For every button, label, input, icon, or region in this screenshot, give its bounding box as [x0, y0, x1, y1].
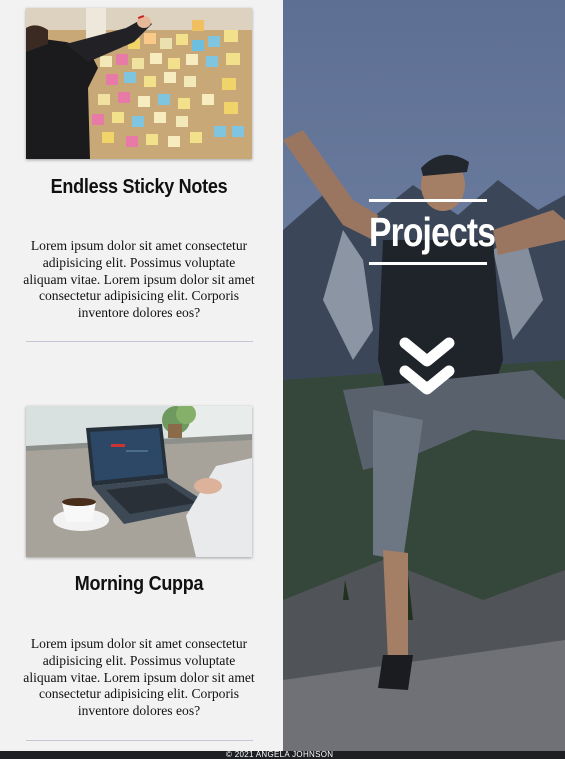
copyright-text: © 2021 ANGELA JOHNSON — [226, 751, 334, 759]
card-divider — [26, 341, 253, 342]
project-card[interactable]: Morning Cuppa Lorem ipsum dolor sit amet… — [23, 406, 255, 741]
hero-title: Projects — [368, 199, 496, 265]
footer: © 2021 ANGELA JOHNSON — [0, 751, 565, 759]
projects-list: Endless Sticky Notes Lorem ipsum dolor s… — [0, 0, 283, 751]
laptop-coffee-photo[interactable] — [26, 406, 252, 557]
sticky-notes-photo[interactable] — [26, 8, 252, 159]
project-title: Endless Sticky Notes — [50, 176, 228, 198]
project-card[interactable]: Endless Sticky Notes Lorem ipsum dolor s… — [23, 8, 255, 342]
project-description: Lorem ipsum dolor sit amet consectetur a… — [23, 238, 255, 321]
double-chevron-down-icon[interactable] — [399, 335, 455, 401]
projects-hero: Projects — [283, 0, 565, 751]
project-description: Lorem ipsum dolor sit amet consectetur a… — [23, 636, 255, 719]
card-divider — [26, 740, 253, 741]
project-title: Morning Cuppa — [74, 573, 204, 595]
